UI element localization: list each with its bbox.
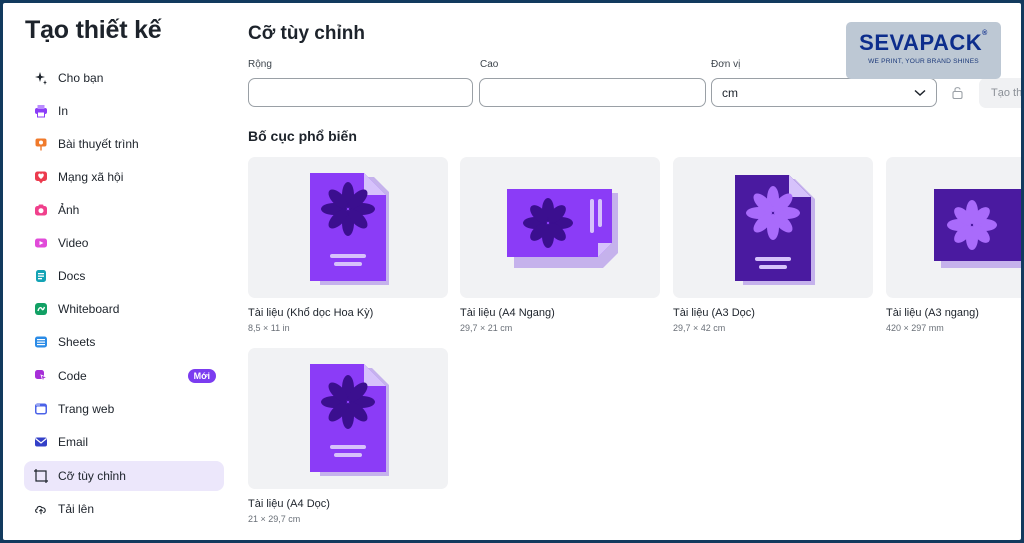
document-landscape-icon	[934, 189, 1021, 268]
sidebar-item-video[interactable]: Video	[24, 228, 224, 258]
sidebar-item-label: Ảnh	[58, 203, 80, 217]
sidebar-item-label: Trang web	[58, 402, 115, 416]
email-icon	[34, 435, 48, 449]
sidebar-item-label: Mạng xã hội	[58, 170, 124, 184]
sidebar-item-label: Email	[58, 435, 89, 449]
page-title: Cỡ tùy chỉnh	[248, 23, 365, 44]
sidebar-item-presentation[interactable]: Bài thuyết trình	[24, 129, 224, 159]
sidebar-item-label: Tải lên	[58, 502, 95, 516]
document-portrait-icon	[310, 364, 389, 476]
sidebar-item-label: Cho bạn	[58, 71, 104, 85]
width-input[interactable]	[248, 78, 473, 107]
layout-card[interactable]: Tài liệu (A4 Ngang) 29,7 × 21 cm	[460, 157, 660, 333]
layout-card[interactable]: Tài liệu (A3 ngang) 420 × 297 mm	[886, 157, 1021, 333]
layout-title: Tài liệu (A3 Dọc)	[673, 307, 755, 319]
sidebar-item-print[interactable]: In	[24, 96, 224, 126]
sidebar-item-docs[interactable]: Docs	[24, 261, 224, 291]
layout-size: 29,7 × 42 cm	[673, 323, 726, 333]
sidebar-item-upload[interactable]: Tải lên	[24, 494, 224, 524]
layout-size: 21 × 29,7 cm	[248, 514, 301, 524]
app-window: Tạo thiết kế Cho bạn In Bài thuyết trình…	[3, 3, 1021, 540]
sidebar-item-sheets[interactable]: Sheets	[24, 327, 224, 357]
sidebar-item-label: Bài thuyết trình	[58, 137, 139, 151]
sidebar-item-custom-size[interactable]: Cỡ tùy chỉnh	[24, 461, 224, 491]
height-label: Cao	[480, 59, 499, 70]
code-icon	[34, 369, 48, 383]
brand-logo: SEVAPACK® WE PRINT, YOUR BRAND SHINES	[846, 22, 1001, 79]
custom-size-icon	[34, 469, 48, 483]
unit-label: Đơn vị	[711, 59, 741, 70]
layout-title: Tài liệu (Khổ dọc Hoa Kỳ)	[248, 307, 374, 319]
layout-card[interactable]: Tài liệu (A4 Dọc) 21 × 29,7 cm	[248, 348, 448, 524]
section-title: Bố cục phổ biến	[248, 128, 357, 144]
layout-title: Tài liệu (A3 ngang)	[886, 307, 979, 319]
layout-thumbnail[interactable]	[673, 157, 873, 298]
layout-thumbnail[interactable]	[886, 157, 1021, 298]
document-portrait-icon	[310, 173, 389, 285]
layout-size: 8,5 × 11 in	[248, 323, 290, 333]
sheets-icon	[34, 335, 48, 349]
create-design-button[interactable]: Tạo th	[979, 78, 1021, 108]
presentation-icon	[34, 137, 48, 151]
sidebar-item-label: Video	[58, 236, 89, 250]
sidebar-item-website[interactable]: Trang web	[24, 394, 224, 424]
sidebar-item-whiteboard[interactable]: Whiteboard	[24, 294, 224, 324]
whiteboard-icon	[34, 302, 48, 316]
cloud-upload-icon	[34, 502, 48, 516]
height-input[interactable]	[479, 78, 706, 107]
logo-tagline: WE PRINT, YOUR BRAND SHINES	[868, 58, 979, 65]
docs-icon	[34, 269, 48, 283]
chevron-down-icon	[914, 86, 926, 100]
sidebar-item-code[interactable]: Code Mới	[24, 361, 224, 391]
heart-icon	[34, 170, 48, 184]
layout-card[interactable]: Tài liệu (A3 Dọc) 29,7 × 42 cm	[673, 157, 873, 333]
document-landscape-icon	[507, 189, 618, 268]
layout-thumbnail[interactable]	[248, 157, 448, 298]
new-badge: Mới	[187, 369, 216, 383]
sidebar-item-label: In	[58, 104, 69, 118]
layout-card[interactable]: Tài liệu (Khổ dọc Hoa Kỳ) 8,5 × 11 in	[248, 157, 448, 333]
camera-icon	[34, 203, 48, 217]
video-icon	[34, 236, 48, 250]
lock-icon[interactable]	[952, 86, 963, 104]
sidebar-item-label: Code	[58, 369, 87, 383]
layout-size: 29,7 × 21 cm	[460, 323, 513, 333]
printer-icon	[34, 104, 48, 118]
sidebar-title: Tạo thiết kế	[25, 16, 162, 44]
sidebar: Tạo thiết kế Cho bạn In Bài thuyết trình…	[3, 3, 235, 540]
layout-title: Tài liệu (A4 Ngang)	[460, 307, 555, 319]
sidebar-item-email[interactable]: Email	[24, 427, 224, 457]
unit-select[interactable]: cm	[711, 78, 937, 107]
sidebar-item-photo[interactable]: Ảnh	[24, 195, 224, 225]
sidebar-item-social[interactable]: Mạng xã hội	[24, 162, 224, 192]
width-label: Rộng	[248, 59, 272, 70]
sidebar-item-label: Cỡ tùy chỉnh	[58, 469, 126, 483]
layout-size: 420 × 297 mm	[886, 323, 944, 333]
registered-mark: ®	[982, 30, 988, 37]
sidebar-item-for-you[interactable]: Cho bạn	[24, 63, 224, 93]
sidebar-item-label: Whiteboard	[58, 302, 120, 316]
website-icon	[34, 402, 48, 416]
sparkle-icon	[34, 71, 48, 85]
layout-thumbnail[interactable]	[460, 157, 660, 298]
layout-title: Tài liệu (A4 Dọc)	[248, 498, 330, 510]
logo-wordmark: SEVAPACK	[859, 30, 983, 55]
sidebar-item-label: Sheets	[58, 335, 96, 349]
sidebar-item-label: Docs	[58, 269, 86, 283]
unit-value: cm	[722, 85, 738, 100]
document-portrait-icon	[735, 175, 815, 285]
layout-thumbnail[interactable]	[248, 348, 448, 489]
